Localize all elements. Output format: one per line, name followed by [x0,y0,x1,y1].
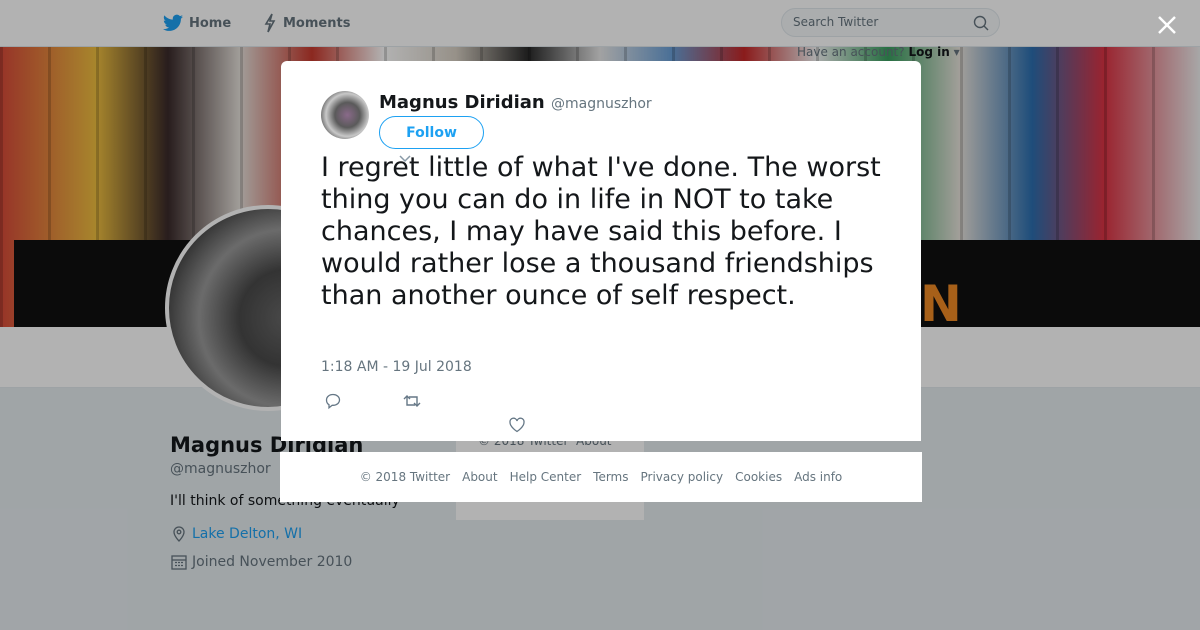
follow-button[interactable]: Follow [379,116,484,149]
heart-icon[interactable] [508,416,526,434]
footer-copyright: © 2018 Twitter [359,470,451,484]
tweet-author-name[interactable]: Magnus Diridian [379,92,545,113]
retweet-icon[interactable] [402,392,422,410]
footer-link-about[interactable]: About [462,470,497,484]
footer-link-ads-info[interactable]: Ads info [794,470,842,484]
footer-link-cookies[interactable]: Cookies [735,470,782,484]
reply-icon[interactable] [324,392,342,410]
tweet-modal: Magnus Diridian @magnuszhor Follow I reg… [281,61,921,441]
tweet-timestamp[interactable]: 1:18 AM - 19 Jul 2018 [321,359,472,375]
tweet-author-handle[interactable]: @magnuszhor [551,96,652,112]
tweet-author-avatar[interactable] [321,91,369,139]
footer-link-terms[interactable]: Terms [593,470,628,484]
modal-footer: © 2018 Twitter About Help Center Terms P… [280,452,922,502]
footer-link-help-center[interactable]: Help Center [510,470,582,484]
close-icon[interactable] [1152,10,1182,40]
tweet-text: I regret little of what I've done. The w… [321,152,881,311]
footer-link-privacy-policy[interactable]: Privacy policy [641,470,724,484]
